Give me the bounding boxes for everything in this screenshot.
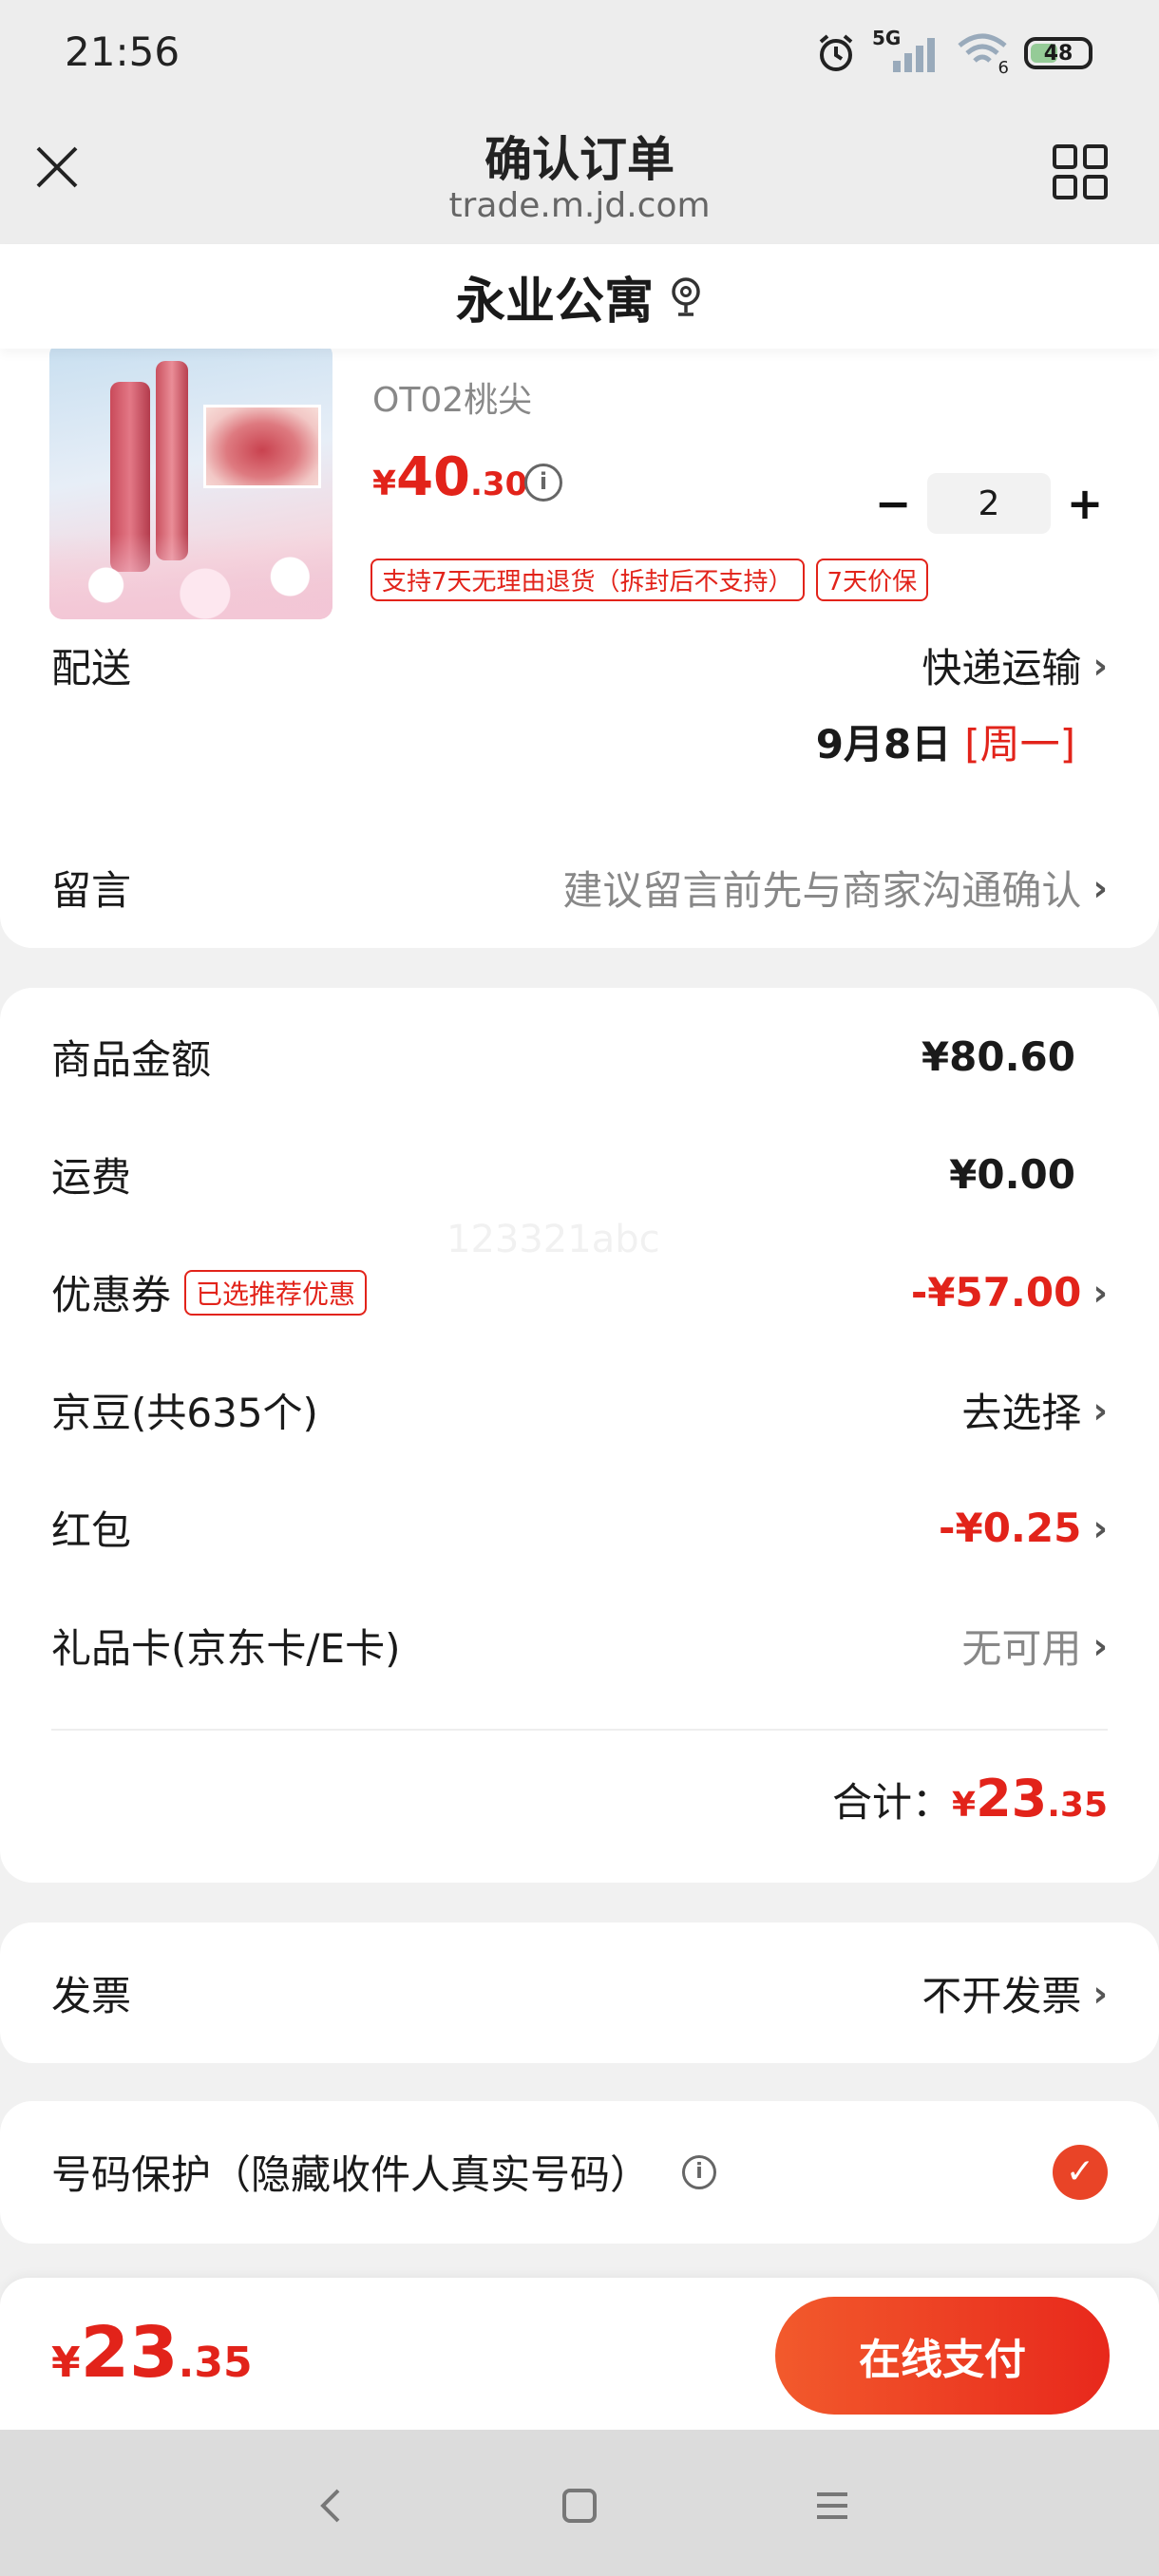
subtotal-integer: 23 <box>976 1769 1048 1828</box>
number-protection-row: 号码保护（隐藏收件人真实号码） i ✓ <box>51 2143 1108 2201</box>
gift-card-value: 无可用 <box>961 1625 1082 1672</box>
delivery-label: 配送 <box>51 645 132 691</box>
delivery-date: 9月8日 [周一] <box>816 712 1075 770</box>
pay-currency: ¥ <box>51 2339 81 2387</box>
address-bar[interactable]: 永业公寓 <box>0 244 1159 349</box>
chevron-right-icon: › <box>1092 1624 1108 1667</box>
decrease-quantity-button[interactable]: − <box>870 478 916 529</box>
coupon-label: 优惠券 <box>51 1272 172 1318</box>
quantity-stepper: − 2 + <box>870 473 1108 534</box>
order-item-card: OT02桃尖 ¥ 40 .30 i − 2 + 支持7天无理由退货（拆封后不支持… <box>0 313 1159 948</box>
chevron-right-icon: › <box>1092 1389 1108 1431</box>
jd-beans-value: 去选择 <box>961 1390 1082 1436</box>
goods-amount-label: 商品金额 <box>51 1036 212 1083</box>
gift-card-row[interactable]: 礼品卡(京东卡/E卡) 无可用 › <box>51 1617 1108 1675</box>
message-label: 留言 <box>51 867 132 914</box>
quantity-value[interactable]: 2 <box>927 473 1051 534</box>
page-url: trade.m.jd.com <box>448 186 711 225</box>
message-row[interactable]: 留言 建议留言前先与商家沟通确认 › <box>51 859 1108 917</box>
shipping-value: ¥0.00 <box>949 1151 1075 1198</box>
shipping-label: 运费 <box>51 1154 132 1201</box>
red-packet-label: 红包 <box>51 1507 132 1554</box>
invoice-card: 发票 不开发票 › <box>0 1923 1159 2063</box>
location-pin-icon <box>672 277 700 316</box>
chevron-right-icon: › <box>1092 1271 1108 1314</box>
gift-card-label: 礼品卡(京东卡/E卡) <box>51 1625 401 1672</box>
subtotal-currency: ¥ <box>952 1786 977 1825</box>
price-decimal: .30 <box>470 465 528 503</box>
product-price: ¥ 40 .30 <box>372 446 527 508</box>
subtotal-decimal: .35 <box>1047 1786 1108 1825</box>
invoice-row[interactable]: 发票 不开发票 › <box>51 1964 1108 2022</box>
invoice-value: 不开发票 <box>922 1973 1082 2019</box>
jd-beans-label: 京豆(共635个) <box>51 1390 318 1436</box>
address-name: 永业公寓 <box>455 273 654 331</box>
divider <box>51 1729 1108 1731</box>
price-currency: ¥ <box>372 464 397 503</box>
home-icon[interactable] <box>553 2479 606 2532</box>
subtotal-label: 合计： <box>831 1779 952 1826</box>
increase-quantity-button[interactable]: + <box>1062 478 1108 529</box>
price-info-icon[interactable]: i <box>524 464 562 502</box>
delivery-weekday: [周一] <box>964 721 1075 767</box>
delivery-row[interactable]: 配送 快递运输 › <box>51 636 1108 694</box>
number-protection-checkbox[interactable]: ✓ <box>1053 2144 1108 2200</box>
product-variant: OT02桃尖 <box>372 381 533 420</box>
privacy-card: 号码保护（隐藏收件人真实号码） i ✓ <box>0 2101 1159 2244</box>
invoice-label: 发票 <box>51 1973 132 2019</box>
chevron-right-icon: › <box>1092 1506 1108 1549</box>
return-policy-tag: 支持7天无理由退货（拆封后不支持） <box>370 559 805 601</box>
goods-amount-value: ¥80.60 <box>921 1033 1075 1080</box>
goods-amount-row: 商品金额 ¥80.60 <box>51 1028 1108 1086</box>
watermark: 123321abc <box>446 1218 660 1261</box>
pay-integer: 23 <box>80 2312 179 2394</box>
chevron-right-icon: › <box>1092 866 1108 909</box>
delivery-method: 快递运输 <box>922 645 1082 691</box>
product-image[interactable] <box>49 342 332 619</box>
shipping-row: 运费 ¥0.00 <box>51 1146 1108 1203</box>
jd-beans-row[interactable]: 京豆(共635个) 去选择 › <box>51 1381 1108 1439</box>
cost-summary-card: 商品金额 ¥80.60 运费 ¥0.00 优惠券 已选推荐优惠 -¥57.00 … <box>0 988 1159 1883</box>
alarm-icon <box>819 34 853 71</box>
wifi-label: 6 <box>998 58 1009 78</box>
back-icon[interactable] <box>306 2479 359 2532</box>
delivery-date-value: 9月8日 <box>815 721 952 767</box>
status-bar: 21:56 5G 6 48 <box>0 0 1159 109</box>
checkout-bar: ¥ 23 .35 在线支付 <box>0 2278 1159 2430</box>
cellular-signal-icon: 5G <box>872 27 940 74</box>
grid-menu-icon[interactable] <box>1053 144 1108 199</box>
menu-icon[interactable] <box>806 2479 859 2532</box>
pay-decimal: .35 <box>178 2339 253 2387</box>
red-packet-value: -¥0.25 <box>939 1505 1082 1551</box>
price-protection-tag: 7天价保 <box>815 559 929 601</box>
coupon-recommended-badge: 已选推荐优惠 <box>184 1269 368 1316</box>
pay-online-button[interactable]: 在线支付 <box>775 2297 1110 2415</box>
number-protection-label: 号码保护（隐藏收件人真实号码） <box>51 2151 651 2198</box>
red-packet-row[interactable]: 红包 -¥0.25 › <box>51 1499 1108 1557</box>
system-nav-bar <box>0 2430 1159 2576</box>
status-icons: 5G 6 48 <box>815 27 1092 78</box>
wifi-icon: 6 <box>956 32 1009 78</box>
battery-level: 48 <box>1043 41 1074 66</box>
chevron-right-icon: › <box>1092 644 1108 687</box>
page-title: 确认订单 <box>484 132 674 187</box>
coupon-row[interactable]: 优惠券 已选推荐优惠 -¥57.00 › <box>51 1263 1108 1321</box>
message-placeholder: 建议留言前先与商家沟通确认 <box>562 867 1082 914</box>
service-tags: 支持7天无理由退货（拆封后不支持） 7天价保 <box>370 559 929 601</box>
subtotal: 合计： ¥ 23 .35 <box>832 1769 1108 1828</box>
info-icon[interactable]: i <box>682 2154 717 2189</box>
status-time: 21:56 <box>65 28 180 75</box>
price-integer: 40 <box>396 446 470 508</box>
pay-total: ¥ 23 .35 <box>51 2312 253 2394</box>
battery-icon: 48 <box>1024 37 1092 69</box>
coupon-value: -¥57.00 <box>910 1269 1082 1316</box>
chevron-right-icon: › <box>1092 1972 1108 2015</box>
